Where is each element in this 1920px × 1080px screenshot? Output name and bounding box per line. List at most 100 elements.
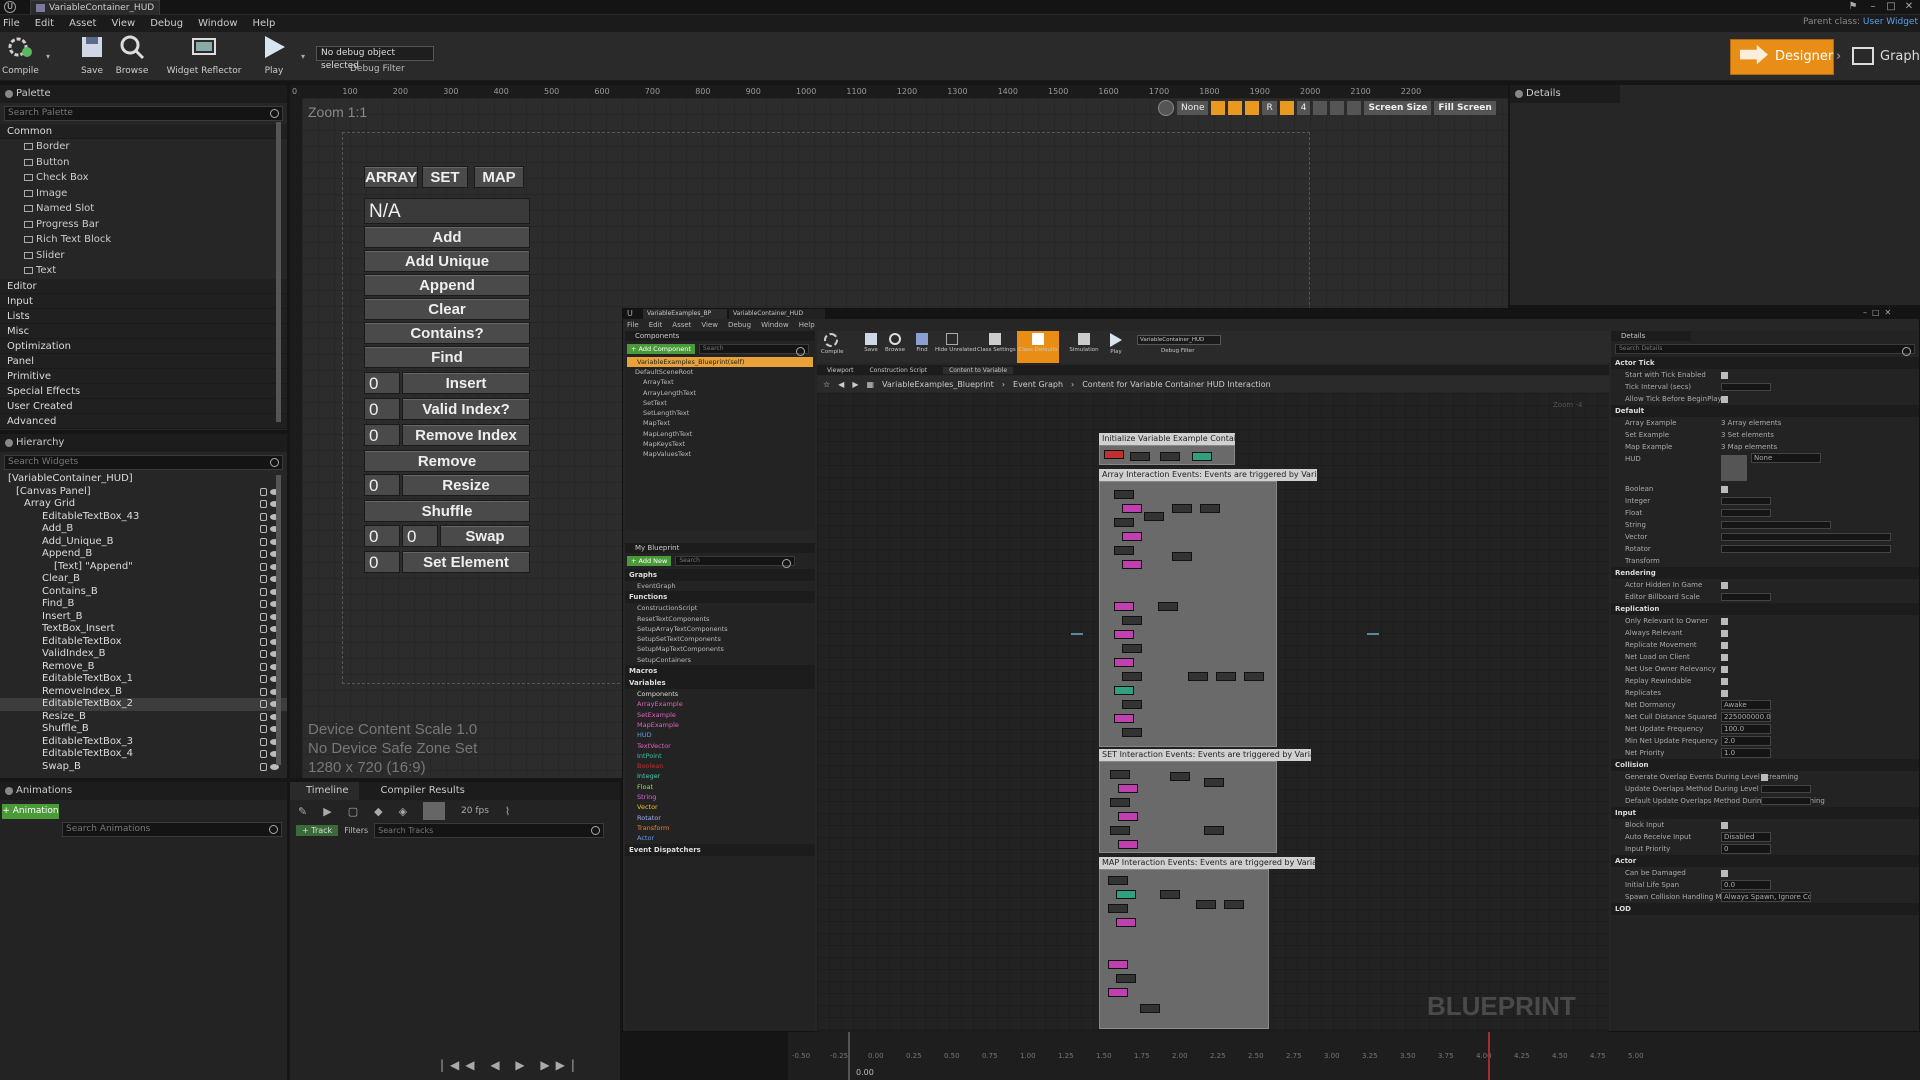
bp-event-graph-item[interactable]: EventGraph (625, 581, 815, 591)
bp-detail-checkbox[interactable] (1721, 666, 1728, 673)
bp-macros-category[interactable]: Macros (625, 665, 815, 678)
bp-component-item[interactable]: ArrayText (625, 377, 815, 387)
bp-detail-value[interactable]: 2.0 (1721, 736, 1771, 746)
bp-back-icon[interactable]: ◀ (838, 380, 844, 389)
bp-component-item[interactable]: MapText (625, 418, 815, 428)
lock-icon[interactable] (260, 750, 267, 758)
valid-index-input[interactable]: 0 (364, 398, 400, 420)
lock-icon[interactable] (260, 700, 267, 708)
bp-component-item[interactable]: SetText (625, 398, 815, 408)
bp-component-item[interactable]: MapKeysText (625, 439, 815, 449)
hierarchy-search-input[interactable]: Search Widgets (4, 455, 283, 470)
add-animation-button[interactable]: + Animation (2, 804, 59, 819)
bp-node[interactable] (1130, 452, 1150, 461)
bp-detail-select[interactable] (1761, 797, 1811, 805)
lock-icon[interactable] (260, 487, 267, 496)
lock-icon[interactable] (260, 637, 267, 646)
tree-item[interactable]: EditableTextBox_3 (0, 736, 287, 749)
bp-reroute-node[interactable] (1367, 633, 1379, 635)
bp-variable-item[interactable]: Vector (625, 802, 815, 812)
lock-icon[interactable] (260, 662, 267, 671)
bp-node[interactable] (1110, 770, 1130, 779)
bp-variable-item[interactable]: Integer (625, 771, 815, 781)
tree-item[interactable]: Swap_B (0, 761, 287, 774)
lock-icon[interactable] (260, 675, 267, 683)
palette-category-optimization[interactable]: Optimization (0, 338, 287, 354)
menu-debug[interactable]: Debug (150, 18, 183, 29)
bp-detail-input[interactable] (1721, 509, 1771, 517)
lock-icon[interactable] (260, 737, 267, 746)
tree-item[interactable]: EditableTextBox_4 (0, 748, 287, 761)
bp-tab-event-graph[interactable]: Content to Variable (943, 366, 1014, 374)
bp-breadcrumb-comment[interactable]: Content for Variable Container HUD Inter… (1082, 380, 1270, 389)
tree-item[interactable]: RemoveIndex_B (0, 686, 287, 699)
diamond-icon[interactable]: ◆ (374, 805, 382, 818)
play-button[interactable]: Play (256, 34, 292, 78)
insert-button[interactable]: Insert (402, 372, 530, 394)
valid-index-button[interactable]: Valid Index? (402, 398, 530, 420)
key-icon[interactable]: ◈ (399, 805, 407, 818)
notification-icon[interactable]: ⚑ (1846, 1, 1860, 13)
tree-item[interactable]: [Text] "Append" (0, 561, 287, 574)
remove-index-button[interactable]: Remove Index (402, 424, 530, 446)
bp-node[interactable] (1204, 778, 1224, 787)
bp-node[interactable] (1122, 644, 1142, 653)
bp-detail-select[interactable] (1761, 785, 1811, 793)
bp-node[interactable] (1108, 876, 1128, 885)
bp-detail-value[interactable]: Always Spawn, Ignore Collisions (1721, 892, 1811, 902)
bp-breadcrumb-event-graph[interactable]: Event Graph (1013, 380, 1063, 389)
snap-button[interactable] (423, 802, 446, 820)
bp-detail-value[interactable]: 0.0 (1721, 880, 1771, 890)
tree-item[interactable]: Shuffle_B (0, 723, 287, 736)
bp-node[interactable] (1108, 960, 1128, 969)
bp-detail-input[interactable] (1721, 593, 1771, 601)
clear-button[interactable]: Clear (364, 298, 530, 320)
curve-editor-icon[interactable]: ⌇ (505, 805, 510, 818)
bp-node[interactable] (1108, 988, 1128, 997)
palette-category-lists[interactable]: Lists (0, 308, 287, 324)
bp-detail-value[interactable]: 1.0 (1721, 748, 1771, 758)
lock-icon[interactable] (260, 625, 267, 633)
bp-node[interactable] (1114, 546, 1134, 555)
bp-details-category-collision[interactable]: Collision (1611, 759, 1919, 771)
swap-button[interactable]: Swap (440, 525, 530, 547)
bp-tab-1[interactable]: VariableExamples_BP (643, 309, 727, 319)
palette-category-misc[interactable]: Misc (0, 323, 287, 339)
bp-node[interactable] (1196, 900, 1216, 909)
palette-item-named-slot[interactable]: Named Slot (0, 201, 287, 217)
fill-screen-dropdown[interactable]: Fill Screen (1434, 101, 1496, 115)
lock-icon[interactable] (260, 575, 267, 583)
bp-function-item[interactable]: SetupMapTextComponents (625, 644, 815, 654)
bp-detail-vector-input[interactable] (1721, 533, 1891, 541)
tree-item[interactable]: [Canvas Panel] (0, 486, 287, 499)
bp-debug-select[interactable]: VariableContainer_HUD (1137, 335, 1221, 345)
bp-details-category-actor[interactable]: Actor (1611, 855, 1919, 867)
bp-menu-asset[interactable]: Asset (672, 321, 691, 329)
bp-node[interactable] (1140, 1004, 1160, 1013)
bp-variable-item[interactable]: Float (625, 782, 815, 792)
bp-class-settings-button[interactable]: Class Settings (977, 333, 1016, 353)
palette-search-input[interactable]: Search Palette (4, 106, 283, 121)
display-text-box[interactable]: N/A (364, 198, 530, 224)
add-unique-button[interactable]: Add Unique (364, 250, 530, 272)
widget-reflector-button[interactable]: Widget Reflector (166, 34, 242, 78)
bp-variable-item[interactable]: Transform (625, 823, 815, 833)
bp-detail-checkbox[interactable] (1721, 396, 1728, 403)
insert-index-input[interactable]: 0 (364, 372, 400, 394)
palette-category-editor[interactable]: Editor (0, 278, 287, 294)
bp-event-dispatchers-category[interactable]: Event Dispatchers (625, 843, 815, 856)
bp-add-new-button[interactable]: + Add New (627, 556, 672, 566)
tree-item[interactable]: EditableTextBox (0, 636, 287, 649)
bp-detail-value[interactable]: 3 Array elements (1721, 417, 1781, 429)
grid-size-button[interactable]: 4 (1296, 101, 1311, 115)
remove-index-input[interactable]: 0 (364, 424, 400, 446)
bp-find-button[interactable]: Find (911, 333, 933, 353)
bp-forward-icon[interactable]: ▶ (852, 380, 858, 389)
lock-icon[interactable] (260, 612, 267, 621)
bp-details-category-tick[interactable]: Actor Tick (1611, 357, 1919, 369)
palette-item-border[interactable]: Border (0, 139, 287, 155)
tree-item[interactable]: Remove_B (0, 661, 287, 674)
bp-node[interactable] (1172, 552, 1192, 561)
bp-browse-button[interactable]: Browse (883, 333, 907, 353)
bp-node[interactable] (1192, 452, 1212, 461)
